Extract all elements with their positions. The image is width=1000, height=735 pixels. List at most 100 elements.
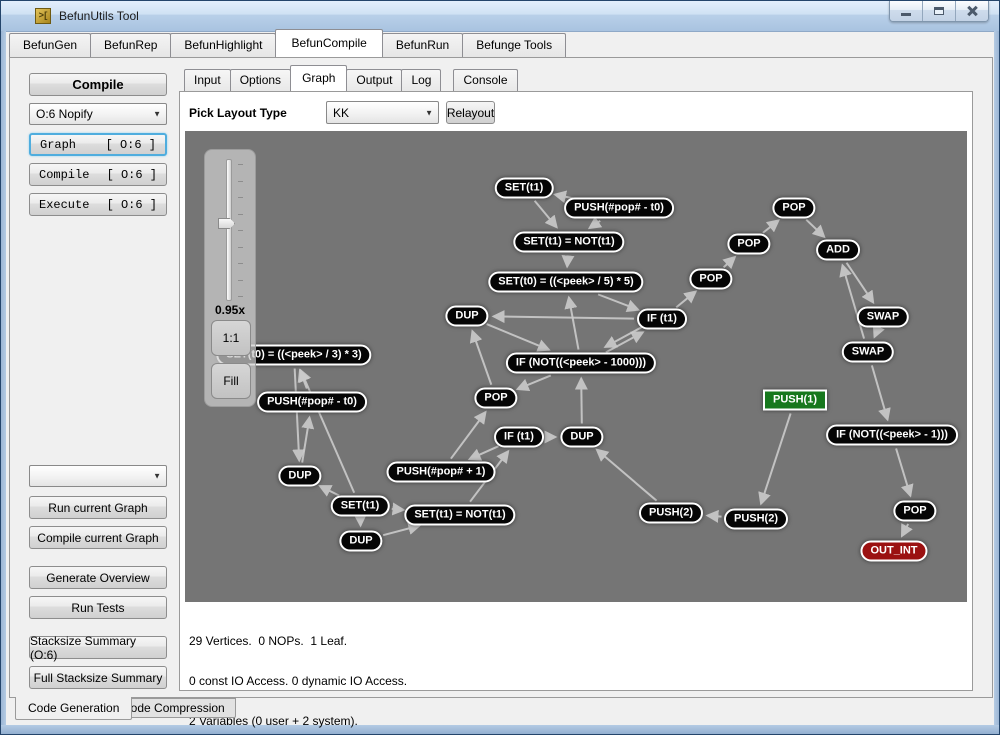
zoom-tick [238, 247, 243, 248]
close-button[interactable] [956, 1, 988, 21]
graph-edge [567, 255, 568, 266]
graph-node[interactable]: SET(t0) = ((<peek> / 5) * 5) [488, 272, 643, 293]
graph-edge [896, 448, 910, 495]
tab-input[interactable]: Input [184, 69, 231, 91]
full-stacksize-summary-button[interactable]: Full Stacksize Summary [29, 666, 167, 689]
graph-edge [589, 221, 600, 228]
tab-befunrun[interactable]: BefunRun [382, 33, 463, 57]
zoom-slider-thumb[interactable] [218, 218, 235, 229]
tab-graph[interactable]: Graph [290, 65, 347, 91]
layout-type-dropdown[interactable]: KK ▼ [326, 101, 439, 124]
graph-node[interactable]: SET(t1) = NOT(t1) [404, 505, 515, 526]
run-tests-button[interactable]: Run Tests [29, 596, 167, 619]
graph-canvas[interactable]: 0.95x 1:1 Fill SET(t1) PUSH(#pop# - t0) PO… [185, 131, 967, 602]
compile-button[interactable]: Compile [29, 73, 167, 96]
graph-node[interactable]: POP [474, 388, 517, 409]
zoom-slider-track[interactable] [226, 159, 232, 301]
tab-befunhighlight[interactable]: BefunHighlight [170, 33, 276, 57]
tab-output[interactable]: Output [346, 69, 402, 91]
graph-node[interactable]: ADD [816, 240, 860, 261]
compile-o6-button[interactable]: Compile [ O:6 ] [29, 163, 167, 186]
layout-type-value: KK [333, 106, 349, 120]
close-icon [966, 5, 978, 17]
run-current-graph-button[interactable]: Run current Graph [29, 496, 167, 519]
graph-edge [535, 201, 557, 227]
graph-node[interactable]: DUP [445, 306, 488, 327]
graph-node[interactable]: SET(t1) [495, 178, 554, 199]
graph-edge [605, 327, 642, 347]
tab-options[interactable]: Options [230, 69, 291, 91]
graph-node[interactable]: SWAP [857, 307, 909, 328]
graph-edge [874, 330, 877, 337]
title-bar[interactable]: >[ BefunUtils Tool [1, 1, 999, 32]
graph-node[interactable]: PUSH(#pop# - t0) [257, 392, 367, 413]
graph-o6-suffix: [ O:6 ] [106, 138, 156, 152]
compile-o6-suffix: [ O:6 ] [107, 168, 157, 182]
zoom-tick [238, 280, 243, 281]
tab-console[interactable]: Console [453, 69, 517, 91]
graph-node[interactable]: PUSH(2) [639, 503, 703, 524]
befunutils-window: >[ BefunUtils Tool BefunGen BefunRep Bef… [0, 0, 1000, 735]
tab-befuncompile[interactable]: BefunCompile [275, 29, 382, 57]
graph-node[interactable]: PUSH(2) [724, 509, 788, 530]
tab-log[interactable]: Log [401, 69, 441, 91]
graph-edge [451, 412, 486, 459]
tab-befungen[interactable]: BefunGen [9, 33, 91, 57]
graph-node[interactable]: SET(t1) = NOT(t1) [513, 232, 624, 253]
graph-node[interactable]: POP [727, 234, 770, 255]
graph-node[interactable]: IF (NOT((<peek> - 1))) [826, 425, 958, 446]
graph-edge [597, 450, 657, 501]
preset-dropdown[interactable]: O:6 Nopify ▼ [29, 103, 167, 125]
graph-edge [724, 257, 735, 267]
execute-o6-button[interactable]: Execute [ O:6 ] [29, 193, 167, 216]
zoom-tick [238, 296, 243, 297]
graph-edge [761, 413, 791, 503]
graph-node[interactable]: IF (NOT((<peek> - 1000))) [506, 353, 656, 374]
zoom-panel: 0.95x 1:1 Fill [204, 149, 256, 407]
fill-button[interactable]: Fill [211, 363, 251, 399]
stacksize-summary-button[interactable]: Stacksize Summary (O:6) [29, 636, 167, 659]
graph-edge [606, 332, 643, 352]
minimize-button[interactable] [890, 1, 923, 21]
graph-node[interactable]: DUP [339, 531, 382, 552]
graph-edge [472, 331, 491, 385]
zoom-tick [238, 164, 243, 165]
tab-code-generation[interactable]: Code Generation [15, 697, 132, 720]
preset-dropdown-value: O:6 Nopify [36, 107, 93, 121]
graph-node[interactable]: OUT_INT [860, 541, 927, 562]
graph-node[interactable]: PUSH(1) [763, 390, 827, 411]
maximize-button[interactable] [923, 1, 956, 21]
tab-befunrep[interactable]: BefunRep [90, 33, 171, 57]
graph-edge [847, 263, 874, 303]
execute-o6-suffix: [ O:6 ] [107, 198, 157, 212]
window-controls [889, 1, 989, 22]
graph-node[interactable]: SET(t1) [331, 496, 390, 517]
graph-edge [581, 378, 582, 423]
tab-befunge-tools[interactable]: Befunge Tools [462, 33, 566, 57]
zoom-tick [238, 263, 243, 264]
zoom-tick [238, 230, 243, 231]
graph-node[interactable]: POP [772, 198, 815, 219]
graph-node[interactable]: PUSH(#pop# - t0) [564, 198, 674, 219]
generate-overview-button[interactable]: Generate Overview [29, 566, 167, 589]
relayout-button[interactable]: Relayout [446, 101, 495, 124]
compile-current-graph-button[interactable]: Compile current Graph [29, 526, 167, 549]
graph-node[interactable]: POP [893, 501, 936, 522]
graph-node[interactable]: IF (t1) [637, 309, 687, 330]
graph-o6-button[interactable]: Graph [ O:6 ] [29, 133, 167, 156]
graph-edge [569, 297, 579, 349]
main-tab-strip: BefunGen BefunRep BefunHighlight BefunCo… [9, 33, 565, 57]
graph-edge [707, 516, 721, 517]
zoom-tick [238, 197, 243, 198]
secondary-dropdown[interactable]: ▼ [29, 465, 167, 487]
graph-node[interactable]: IF (t1) [494, 427, 544, 448]
pick-layout-type-label: Pick Layout Type [189, 106, 287, 120]
graph-node[interactable]: DUP [560, 427, 603, 448]
graph-node[interactable]: PUSH(#pop# + 1) [387, 462, 496, 483]
graph-edge [763, 220, 779, 233]
one-to-one-button[interactable]: 1:1 [211, 320, 251, 356]
graph-node[interactable]: SWAP [842, 342, 894, 363]
graph-edge [902, 524, 908, 536]
graph-node[interactable]: DUP [278, 466, 321, 487]
graph-node[interactable]: POP [689, 269, 732, 290]
